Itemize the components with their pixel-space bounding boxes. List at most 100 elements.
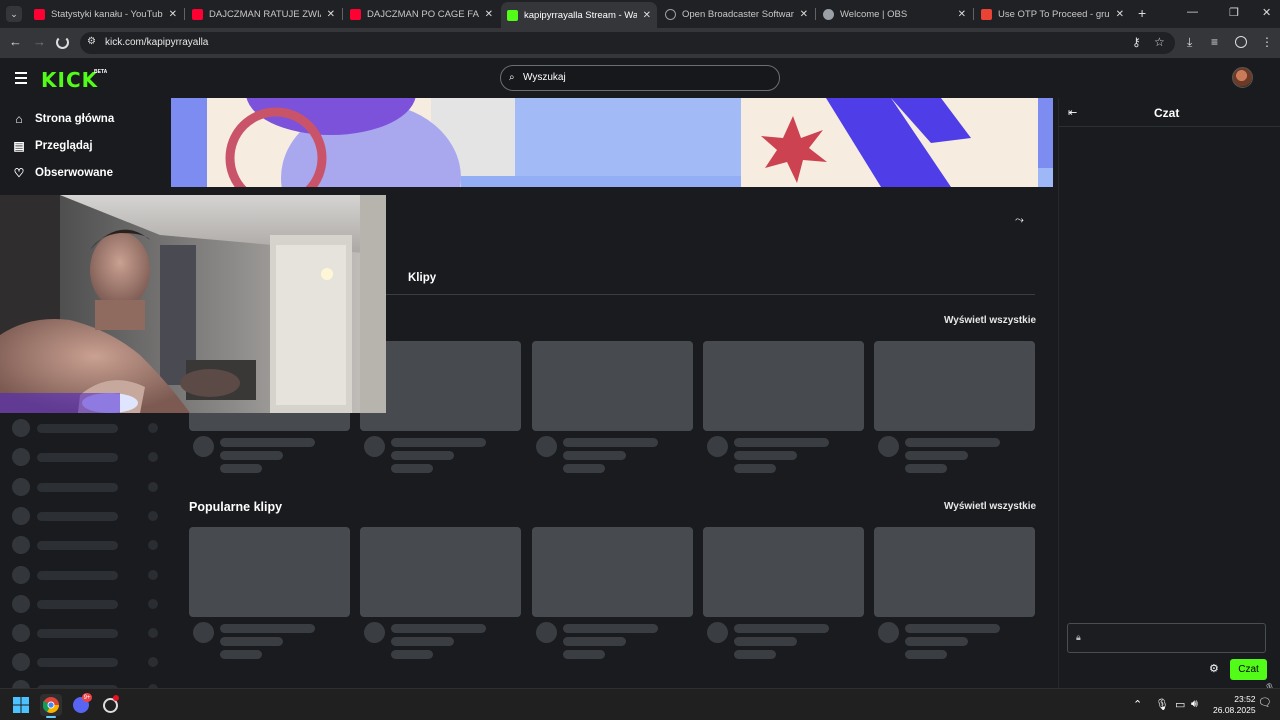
clip-card-avatar-skeleton — [707, 436, 728, 457]
tab-search-button[interactable]: ⌄ — [6, 6, 22, 22]
obs-icon — [665, 8, 676, 20]
clip-card-meta-skeleton — [391, 451, 454, 460]
browser-tab-6[interactable]: Welcome | OBS ✕ — [817, 4, 972, 24]
sidebar-skeleton-line — [37, 658, 118, 667]
clip-card-avatar-skeleton — [364, 436, 385, 457]
tab-title: DAJCZMAN PO CAGE FAME ZD — [367, 8, 479, 20]
tab-clips[interactable]: Klipy — [408, 272, 436, 284]
notifications-icon[interactable]: 🗨︎ — [1258, 696, 1272, 709]
sidebar-skeleton-dot — [148, 511, 158, 521]
kick-logo[interactable]: KICK — [41, 68, 98, 92]
clip-card-avatar-skeleton — [878, 436, 899, 457]
clip-card-title-skeleton — [734, 624, 829, 633]
url-text[interactable]: kick.com/kapipyrrayalla — [105, 37, 208, 48]
tab-title: Statystyki kanału - YouTube Stu — [51, 8, 163, 20]
chrome-taskbar-icon[interactable] — [40, 694, 62, 716]
minimize-icon[interactable]: — — [1187, 6, 1198, 18]
close-tab-icon[interactable]: ✕ — [800, 9, 808, 20]
hamburger-menu-icon[interactable] — [15, 72, 27, 87]
clip-card-title-skeleton — [391, 438, 486, 447]
clip-card-thumbnail[interactable] — [360, 527, 521, 617]
menu-kebab-icon[interactable]: ⋮ — [1261, 35, 1273, 49]
clock-time: 23:52 — [1234, 694, 1256, 704]
tab-title: DAJCZMAN RATUJE ZWIĄZKI & — [209, 8, 321, 20]
share-icon[interactable]: ⤳ — [1015, 214, 1024, 227]
nav-home[interactable]: ⌂ Strona główna — [12, 110, 114, 128]
back-icon[interactable]: ← — [9, 34, 22, 49]
collapse-chat-icon[interactable]: ⇤ — [1068, 106, 1077, 119]
volume-icon[interactable]: 🔊︎ — [1191, 698, 1198, 711]
sidebar-skeleton-avatar — [12, 595, 30, 613]
clip-card-thumbnail[interactable] — [874, 527, 1035, 617]
browser-tab-3[interactable]: DAJCZMAN PO CAGE FAME ZD ✕ — [344, 4, 499, 24]
sidebar-skeleton-line — [37, 512, 118, 521]
sidebar-skeleton-avatar — [12, 566, 30, 584]
address-bar[interactable] — [80, 32, 1175, 54]
close-tab-icon[interactable]: ✕ — [958, 9, 966, 20]
sidebar-skeleton-line — [37, 453, 118, 462]
clip-card-title-skeleton — [220, 624, 315, 633]
close-window-icon[interactable]: ✕ — [1262, 6, 1271, 19]
network-icon[interactable]: ▭ — [1175, 698, 1185, 711]
forward-icon[interactable]: → — [33, 34, 46, 49]
profile-icon[interactable] — [1235, 36, 1247, 48]
view-all-button[interactable]: Wyświetl wszystkie — [944, 501, 1036, 512]
sidebar-skeleton-avatar — [12, 624, 30, 642]
new-tab-button[interactable]: + — [1138, 5, 1146, 21]
channel-banner — [171, 98, 1053, 187]
bookmark-star-icon[interactable]: ☆ — [1154, 35, 1165, 49]
browser-tab-4-active[interactable]: kapipyrrayalla Stream - Watch L ✕ — [501, 2, 657, 28]
sidebar-skeleton-dot — [148, 540, 158, 550]
beta-badge: BETA — [94, 69, 108, 75]
loading-spinner-icon[interactable] — [56, 36, 69, 49]
clip-card-thumbnail[interactable] — [703, 341, 864, 431]
clip-card-title-skeleton — [391, 624, 486, 633]
chat-settings-gear-icon[interactable]: ⚙ — [1209, 662, 1219, 675]
youtube-icon — [192, 8, 203, 20]
chat-message-input[interactable] — [1067, 623, 1266, 653]
browser-tab-1[interactable]: Statystyki kanału - YouTube Stu ✕ — [28, 4, 183, 24]
taskbar-clock[interactable]: 23:52 26.08.2025 — [1213, 694, 1256, 716]
windows-start-icon[interactable] — [10, 694, 32, 716]
password-key-icon[interactable]: ⚷ — [1132, 35, 1141, 49]
view-all-button[interactable]: Wyświetl wszystkie — [944, 315, 1036, 326]
clip-card-thumbnail[interactable] — [874, 341, 1035, 431]
browser-tab-2[interactable]: DAJCZMAN RATUJE ZWIĄZKI & ✕ — [186, 4, 341, 24]
download-icon[interactable]: ⤓ — [1187, 35, 1192, 50]
clip-card-meta-skeleton — [391, 464, 433, 473]
restore-icon[interactable]: ❐ — [1229, 6, 1239, 19]
close-tab-icon[interactable]: ✕ — [327, 9, 335, 20]
clip-card-thumbnail[interactable] — [703, 527, 864, 617]
recording-dot — [113, 695, 119, 701]
close-tab-icon[interactable]: ✕ — [643, 10, 651, 21]
clip-card-thumbnail[interactable] — [189, 527, 350, 617]
tray-overflow-icon[interactable]: ⌃ — [1133, 698, 1142, 711]
tab-title: Use OTP To Proceed - grubykaj — [998, 8, 1110, 20]
clip-card-thumbnail[interactable] — [532, 341, 693, 431]
clip-card-meta-skeleton — [905, 637, 968, 646]
chat-send-button[interactable]: Czat — [1230, 659, 1267, 680]
tab-separator — [973, 8, 974, 20]
clip-card-meta-skeleton — [905, 650, 947, 659]
browser-tab-5[interactable]: Open Broadcaster Software | OB ✕ — [659, 4, 814, 24]
media-control-icon[interactable]: ≡ — [1211, 35, 1218, 49]
clip-card-thumbnail[interactable] — [532, 527, 693, 617]
sidebar-skeleton-line — [37, 483, 118, 492]
browser-tab-7[interactable]: Use OTP To Proceed - grubykaj ✕ — [975, 4, 1130, 24]
close-tab-icon[interactable]: ✕ — [1116, 9, 1124, 20]
nav-label: Obserwowane — [35, 167, 113, 179]
sidebar-skeleton-dot — [148, 482, 158, 492]
sidebar-skeleton-line — [37, 600, 118, 609]
sidebar-skeleton-dot — [148, 599, 158, 609]
nav-following[interactable]: ♡ Obserwowane — [12, 164, 113, 182]
nav-browse[interactable]: ▤ Przeglądaj — [12, 137, 92, 155]
microphone-tray-icon[interactable]: 🎙︎ — [1155, 698, 1169, 711]
clip-card-avatar-skeleton — [193, 622, 214, 643]
close-tab-icon[interactable]: ✕ — [485, 9, 493, 20]
active-app-indicator — [46, 716, 56, 718]
close-tab-icon[interactable]: ✕ — [169, 9, 177, 20]
user-avatar[interactable] — [1232, 67, 1253, 88]
clip-card-meta-skeleton — [563, 464, 605, 473]
site-info-icon[interactable]: ⚙ — [87, 36, 96, 47]
sidebar-skeleton-dot — [148, 657, 158, 667]
